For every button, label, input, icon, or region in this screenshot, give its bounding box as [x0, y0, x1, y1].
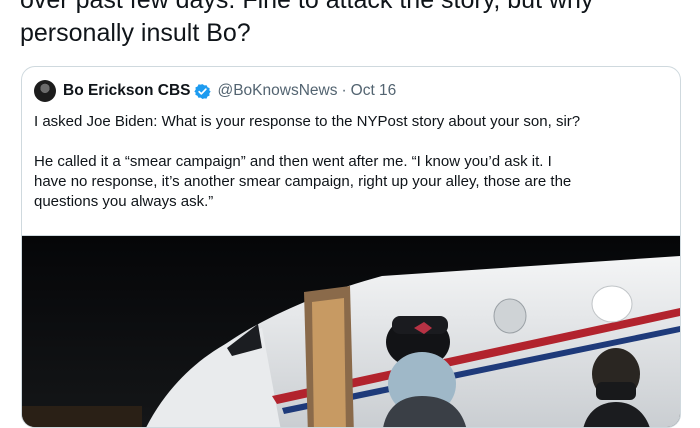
quoted-paragraph-2-line-2: have no response, it’s another smear cam…	[34, 173, 572, 190]
quoted-paragraph-2-line-3: questions you always ask.”	[34, 193, 214, 210]
author-name[interactable]: Bo Erickson CBS	[63, 82, 190, 100]
tweet-text-line-2: personally insult Bo?	[20, 19, 251, 47]
tweet-date[interactable]: Oct 16	[351, 82, 397, 100]
separator-dot: ·	[341, 82, 347, 99]
media-photo-icon	[22, 236, 680, 427]
quoted-tweet-text: I asked Joe Biden: What is your response…	[34, 112, 670, 212]
tweet-text-line-1: over past few days. Fine to attack the s…	[20, 0, 594, 14]
avatar[interactable]	[34, 80, 56, 102]
quoted-paragraph-2: He called it a “smear campaign” and then…	[34, 152, 670, 212]
quoted-tweet-media[interactable]	[22, 235, 680, 427]
quoted-tweet-card[interactable]: Bo Erickson CBS @BoKnowsNews · Oct 16 I …	[21, 66, 681, 428]
quoted-tweet-header: Bo Erickson CBS @BoKnowsNews · Oct 16	[34, 79, 396, 103]
verified-badge-icon	[194, 83, 212, 100]
tweet-text: over past few days. Fine to attack the s…	[20, 0, 680, 50]
quoted-paragraph-1: I asked Joe Biden: What is your response…	[34, 113, 581, 130]
author-handle[interactable]: @BoKnowsNews	[217, 82, 337, 100]
quoted-paragraph-2-line-1: He called it a “smear campaign” and then…	[34, 153, 552, 170]
